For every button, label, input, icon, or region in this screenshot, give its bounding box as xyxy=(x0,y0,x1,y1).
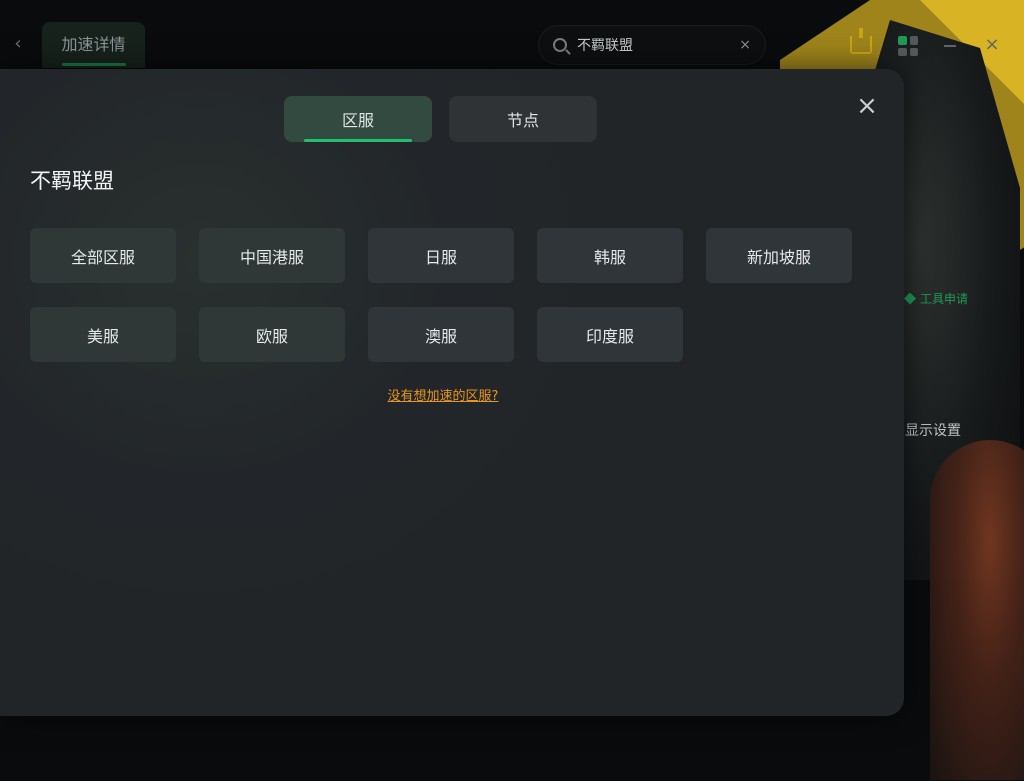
region-button-eu[interactable]: 欧服 xyxy=(199,307,345,362)
tool-apply-label: 工具申请 xyxy=(920,292,969,306)
tool-apply-link[interactable]: 工具申请 xyxy=(904,290,968,307)
region-button-hk[interactable]: 中国港服 xyxy=(199,228,345,283)
region-button-sg[interactable]: 新加坡服 xyxy=(706,228,852,283)
region-button-jp[interactable]: 日服 xyxy=(368,228,514,283)
search-box[interactable]: 不羁联盟 × xyxy=(538,25,766,65)
active-tab-indicator xyxy=(304,139,412,142)
minimize-button[interactable] xyxy=(944,45,956,47)
window-close-button[interactable]: × xyxy=(984,34,1000,56)
tab-underline xyxy=(62,63,126,66)
apps-grid-icon[interactable] xyxy=(898,36,918,56)
tab-node[interactable]: 节点 xyxy=(449,96,597,142)
tab-node-label: 节点 xyxy=(506,111,539,130)
background-soldier-figure xyxy=(930,440,1024,780)
tab-region[interactable]: 区服 xyxy=(284,96,432,142)
search-clear-button[interactable]: × xyxy=(739,37,751,53)
region-button-us[interactable]: 美服 xyxy=(30,307,176,362)
back-button[interactable]: ‹ xyxy=(8,32,28,56)
region-select-modal: × 区服 节点 不羁联盟 全部区服 中国港服 日服 韩服 新加坡服 美服 欧服 … xyxy=(0,69,904,716)
tab-region-label: 区服 xyxy=(341,111,374,130)
search-input[interactable]: 不羁联盟 xyxy=(577,35,739,55)
region-button-in[interactable]: 印度服 xyxy=(537,307,683,362)
game-title: 不羁联盟 xyxy=(30,169,114,193)
region-button-kr[interactable]: 韩服 xyxy=(537,228,683,283)
missing-region-link[interactable]: 没有想加速的区服? xyxy=(0,385,886,404)
top-bar: ‹ 加速详情 不羁联盟 × × xyxy=(0,0,1024,70)
tab-accel-details-label: 加速详情 xyxy=(61,35,126,54)
region-grid: 全部区服 中国港服 日服 韩服 新加坡服 美服 欧服 澳服 印度服 xyxy=(30,228,852,362)
display-settings-label[interactable]: 显示设置 xyxy=(905,420,961,440)
tab-accel-details[interactable]: 加速详情 xyxy=(42,22,145,68)
region-button-all[interactable]: 全部区服 xyxy=(30,228,176,283)
chevron-left-icon: ‹ xyxy=(14,33,22,54)
search-icon xyxy=(553,38,567,52)
modal-tabs: 区服 节点 xyxy=(284,96,597,142)
leaf-icon xyxy=(904,292,916,305)
download-icon[interactable] xyxy=(850,28,872,54)
region-button-au[interactable]: 澳服 xyxy=(368,307,514,362)
modal-close-button[interactable]: × xyxy=(852,91,882,121)
